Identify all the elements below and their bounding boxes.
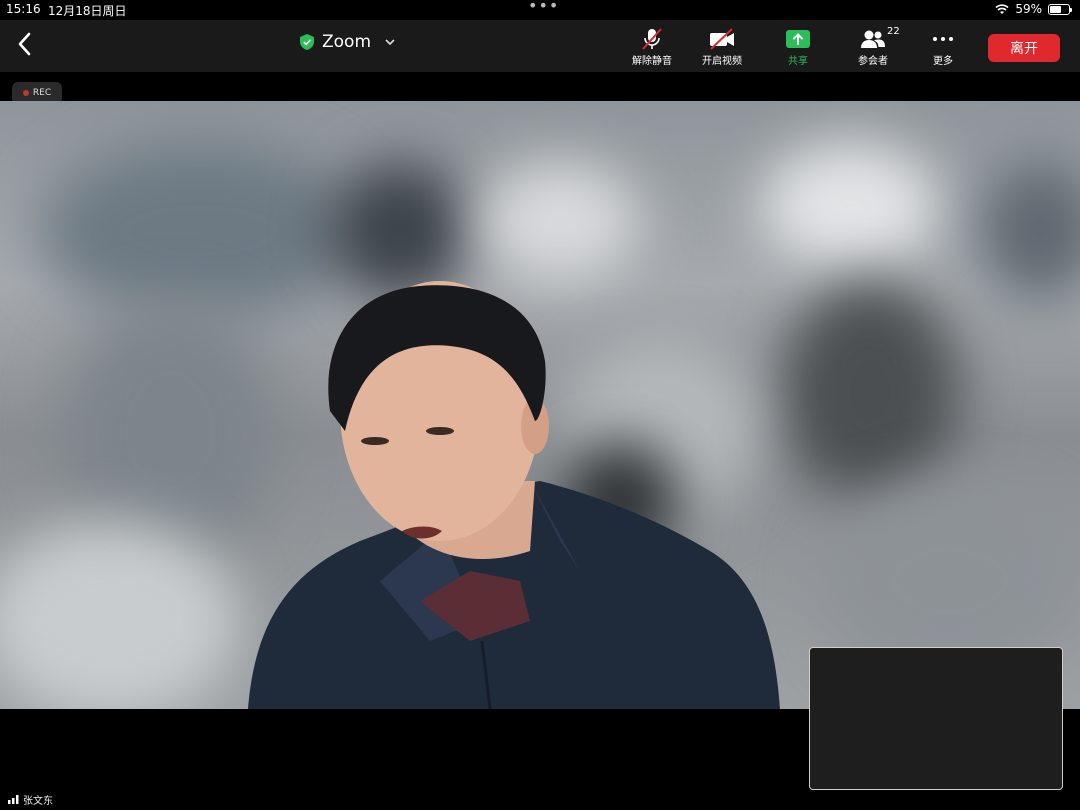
recording-label: REC: [32, 88, 52, 98]
status-date: 12月18日周日: [48, 4, 127, 18]
unmute-button[interactable]: 解除静音: [622, 26, 682, 70]
speaker-name: 张文东: [23, 796, 53, 807]
back-chevron-icon[interactable]: [14, 30, 36, 58]
start-video-button[interactable]: 开启视频: [692, 26, 752, 70]
meeting-title-text: Zoom: [322, 32, 372, 52]
battery-level: [1050, 5, 1061, 13]
participants-button[interactable]: 22 参会者: [843, 26, 903, 70]
signal-bars-icon: [8, 795, 19, 804]
share-label: 共享: [788, 56, 808, 67]
leave-button[interactable]: 离开: [988, 34, 1060, 62]
more-label: 更多: [933, 56, 953, 67]
more-button[interactable]: 更多: [913, 26, 973, 70]
more-dots-icon: [933, 37, 953, 41]
participants-count: 22: [887, 26, 900, 37]
meeting-toolbar: Zoom 解除静音 开启视频 共享 22 参会者 更多 离开: [0, 20, 1080, 72]
share-button[interactable]: 共享: [768, 26, 828, 70]
multitask-dots-icon[interactable]: •••: [528, 0, 559, 15]
recording-dot-icon: [22, 90, 29, 96]
meeting-title[interactable]: Zoom: [300, 32, 395, 52]
active-speaker-video[interactable]: [0, 101, 1080, 709]
participants-label: 参会者: [858, 56, 888, 67]
wifi-icon: [995, 3, 1009, 14]
status-bar: 15:16 12月18日周日 ••• 59%: [0, 0, 1080, 20]
status-time: 15:16: [6, 2, 41, 16]
shield-check-icon: [300, 34, 314, 50]
unmute-label: 解除静音: [632, 56, 672, 67]
share-arrow-icon: [786, 30, 810, 48]
start-video-label: 开启视频: [702, 56, 742, 67]
battery-percent: 59%: [1015, 2, 1042, 16]
mic-muted-icon: [642, 28, 662, 50]
video-off-icon: [710, 28, 734, 50]
chevron-down-icon: [385, 38, 395, 45]
speaker-name-tag: 张文东: [8, 792, 53, 807]
self-view-thumbnail[interactable]: [809, 647, 1063, 790]
speaker-figure: [248, 281, 780, 709]
participants-icon: [861, 30, 885, 48]
battery-icon: [1048, 3, 1072, 15]
